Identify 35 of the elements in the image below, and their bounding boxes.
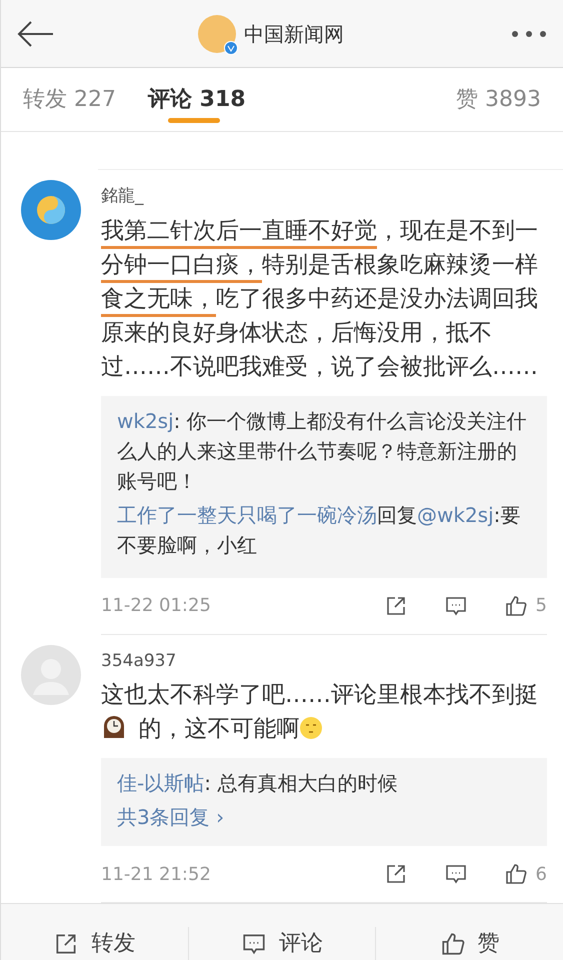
- comment-text: 的，这不可能啊: [137, 716, 300, 742]
- action-button[interactable]: 评论: [241, 927, 323, 960]
- back-arrow-icon[interactable]: [17, 20, 55, 48]
- comment-text: 这也太不科学了吧……评论里根本找不到挺: [101, 682, 538, 708]
- account-name: 中国新闻网: [244, 20, 344, 48]
- comment-time: 11-21 21:52: [101, 862, 211, 886]
- user-link[interactable]: 佳-以斯帖: [117, 771, 204, 795]
- comment-text: 我第二针次后一直睡不好觉，现在是不到一 分钟一口白痰，特别是舌根象吃麻辣烫一样 食之无味，吃了很多中药还是没办法调回我原来的良好身体状态，后悔没用，抵不过……不说吧我难受，说了会被批评么……: [101, 216, 539, 382]
- comment-icon[interactable]: [444, 862, 468, 886]
- tab-indicator: [168, 118, 220, 123]
- more-replies-link[interactable]: 共3条回复 ›: [117, 802, 531, 832]
- thumbs-up-icon[interactable]: [440, 930, 466, 956]
- like-count: 6: [536, 862, 547, 886]
- user-link[interactable]: 工作了一整天只喝了一碗冷汤: [117, 502, 377, 526]
- reply-text: 佳-以斯帖: 总有真相大白的时候: [117, 770, 398, 797]
- user-link[interactable]: @wk2sj: [417, 502, 494, 526]
- comment-time: 11-22 01:25: [101, 594, 211, 618]
- user-name[interactable]: 銘龍_: [101, 184, 547, 210]
- more-icon[interactable]: [511, 30, 547, 38]
- action-button[interactable]: 转发: [53, 927, 136, 960]
- like-count: 5: [536, 594, 547, 618]
- tab[interactable]: 转发 227: [23, 68, 116, 131]
- face-icon: [299, 716, 324, 740]
- avatar-image: [21, 180, 81, 240]
- user-link[interactable]: wk2sj: [117, 408, 174, 432]
- thumbs-up-icon[interactable]: [504, 862, 528, 886]
- avatar-image: [21, 644, 81, 704]
- user-name[interactable]: 354a937: [101, 648, 547, 674]
- tab[interactable]: 评论 318: [148, 68, 246, 131]
- action-button[interactable]: 赞: [440, 927, 500, 960]
- reply-text: wk2sj: 你一个微博上都没有什么言论没关注什么人的人来这里带什么节奏呢？特意新注册的账号吧！: [117, 408, 528, 494]
- tab[interactable]: 赞 3893: [456, 68, 541, 131]
- thumbs-up-icon[interactable]: [504, 594, 528, 618]
- reply-text: 工作了一整天只喝了一碗冷汤回复@wk2sj:要不要脸啊，小红: [117, 502, 522, 558]
- clock-icon: [101, 714, 127, 740]
